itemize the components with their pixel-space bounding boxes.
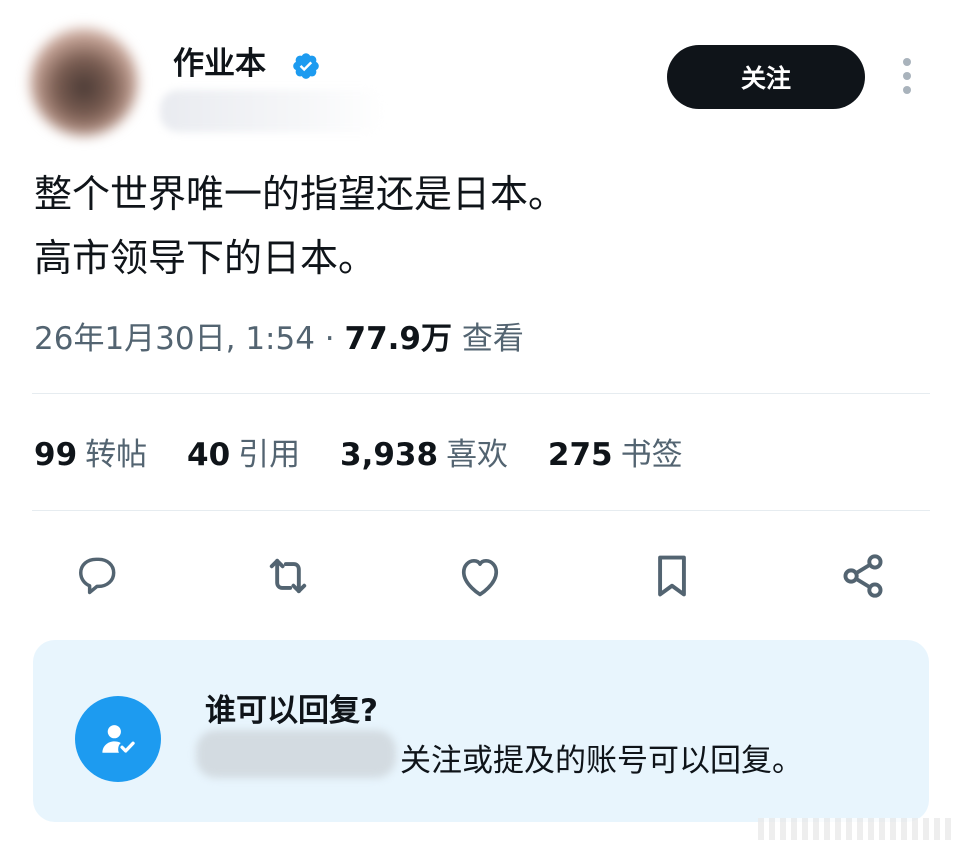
- tweet-meta: 26年1月30日, 1:54 · 77.9万 查看: [34, 316, 524, 362]
- stat-count: 99: [34, 437, 78, 473]
- avatar[interactable]: [30, 28, 138, 136]
- reply-handle-redacted: [196, 730, 396, 778]
- divider: [32, 393, 930, 394]
- stat-label: 引用: [238, 437, 301, 473]
- tweet-line: 整个世界唯一的指望还是日本。: [34, 172, 567, 216]
- who-can-reply-box: [33, 640, 929, 822]
- tweet-text: 整个世界唯一的指望还是日本。 高市领导下的日本。: [34, 162, 566, 290]
- stat-likes[interactable]: 3,938 喜欢: [340, 430, 508, 480]
- follow-button[interactable]: 关注: [667, 45, 865, 109]
- stat-quotes[interactable]: 40 引用: [187, 430, 300, 480]
- views-count: 77.9万: [344, 321, 453, 357]
- more-options-icon[interactable]: [894, 58, 920, 98]
- stat-label: 书签: [620, 437, 683, 473]
- share-icon[interactable]: [833, 546, 893, 606]
- author-name[interactable]: 作业本: [173, 42, 266, 86]
- tweet-timestamp[interactable]: 26年1月30日, 1:54: [34, 321, 315, 357]
- stat-count: 40: [187, 437, 231, 473]
- who-can-reply-title: 谁可以回复?: [205, 693, 378, 729]
- who-can-reply-description: 关注或提及的账号可以回复。: [400, 743, 803, 779]
- views-label: 查看: [461, 321, 524, 357]
- stat-retweets[interactable]: 99 转帖: [34, 430, 147, 480]
- stat-count: 3,938: [340, 437, 439, 473]
- engagement-stats: 99 转帖 40 引用 3,938 喜欢 275 书签: [34, 430, 713, 480]
- stat-count: 275: [547, 437, 613, 473]
- tweet-line: 高市领导下的日本。: [34, 236, 377, 280]
- reply-icon[interactable]: [67, 546, 127, 606]
- like-icon[interactable]: [450, 546, 510, 606]
- watermark: [758, 818, 954, 840]
- who-can-reply-icon: [75, 696, 161, 782]
- retweet-icon[interactable]: [258, 546, 318, 606]
- stat-label: 喜欢: [446, 437, 509, 473]
- stat-bookmarks[interactable]: 275 书签: [548, 430, 683, 480]
- verified-badge-icon: [291, 51, 321, 81]
- meta-separator: ·: [314, 321, 345, 357]
- stat-label: 转帖: [85, 437, 148, 473]
- bookmark-icon[interactable]: [642, 546, 702, 606]
- divider: [32, 510, 930, 511]
- author-handle-redacted: [160, 90, 385, 132]
